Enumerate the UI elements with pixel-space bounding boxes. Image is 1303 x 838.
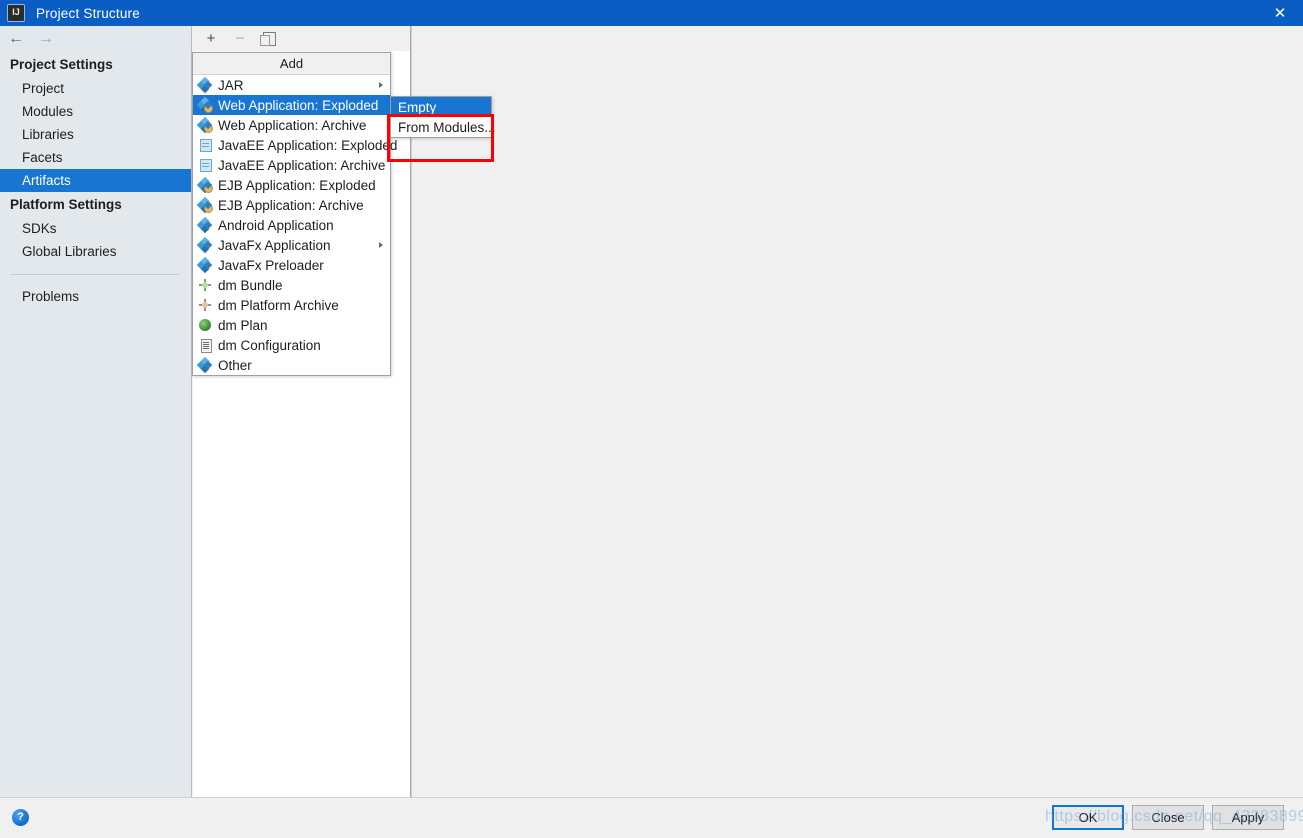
web-exploded-submenu: Empty From Modules... (390, 96, 496, 138)
dm-plan-icon (198, 318, 212, 332)
diamond-icon (198, 76, 212, 94)
javafx-preloader-icon (198, 256, 212, 274)
sidebar-item-global-libraries[interactable]: Global Libraries (0, 240, 191, 263)
menu-item-javaee-application-exploded[interactable]: JavaEE Application: Exploded (193, 135, 397, 155)
menu-item-label: JavaEE Application: Exploded (218, 137, 398, 153)
submenu-item-label: Empty (398, 99, 437, 115)
sidebar-group-project-settings: Project Settings (10, 57, 113, 72)
sidebar: ← → Project Settings Project Modules Lib… (0, 26, 192, 798)
menu-item-android-application[interactable]: Android Application (193, 215, 390, 235)
intellij-idea-icon (7, 4, 25, 22)
dm-platform-archive-icon (198, 298, 212, 312)
close-icon[interactable]: ✕ (1257, 0, 1303, 26)
sidebar-group-platform-settings: Platform Settings (10, 197, 122, 212)
sidebar-item-facets[interactable]: Facets (0, 146, 191, 169)
menu-item-label: JavaEE Application: Archive (218, 157, 386, 173)
javaee-exploded-icon (198, 138, 212, 152)
menu-item-jar[interactable]: JAR (193, 75, 390, 95)
artifact-detail-panel (411, 26, 1303, 798)
menu-item-dm-plan[interactable]: dm Plan (193, 315, 390, 335)
sidebar-item-problems[interactable]: Problems (0, 285, 191, 308)
submenu-item-from-modules[interactable]: From Modules... (391, 117, 496, 137)
menu-item-web-application-exploded[interactable]: Web Application: Exploded (193, 95, 390, 115)
submenu-item-empty[interactable]: Empty (391, 97, 491, 117)
submenu-item-label: From Modules... (398, 119, 496, 135)
menu-item-label: EJB Application: Archive (218, 197, 364, 213)
footer-button-row: OK Close Apply (1052, 805, 1284, 830)
sidebar-nav-bar: ← → (0, 26, 191, 52)
sidebar-item-project[interactable]: Project (0, 77, 191, 100)
menu-item-label: dm Plan (218, 317, 268, 333)
dm-configuration-icon (198, 338, 212, 353)
add-artifact-menu: Add JAR Web Application: Exploded Web Ap… (192, 52, 397, 376)
ejb-exploded-icon (198, 176, 213, 194)
ejb-archive-icon (198, 196, 213, 214)
apply-button[interactable]: Apply (1212, 805, 1284, 830)
add-icon[interactable]: + (203, 31, 219, 47)
menu-item-label: dm Configuration (218, 337, 321, 353)
add-menu-title: Add (193, 53, 390, 75)
sidebar-item-modules[interactable]: Modules (0, 100, 191, 123)
forward-arrow-icon[interactable]: → (38, 31, 54, 47)
menu-item-javafx-preloader[interactable]: JavaFx Preloader (193, 255, 390, 275)
menu-item-label: Web Application: Archive (218, 117, 367, 133)
sidebar-item-libraries[interactable]: Libraries (0, 123, 191, 146)
chevron-right-icon (379, 82, 383, 88)
android-icon (198, 216, 212, 234)
artifacts-toolbar: + − (193, 26, 410, 51)
javafx-icon (198, 236, 212, 254)
title-bar: Project Structure ✕ (0, 0, 1303, 26)
menu-item-dm-configuration[interactable]: dm Configuration (193, 335, 390, 355)
web-archive-icon (198, 116, 213, 134)
menu-item-web-application-archive[interactable]: Web Application: Archive (193, 115, 390, 135)
web-exploded-icon (198, 96, 213, 114)
dialog-footer: ? OK Close Apply (0, 797, 1303, 838)
menu-item-label: JavaFx Preloader (218, 257, 324, 273)
other-icon (198, 356, 212, 374)
close-button[interactable]: Close (1132, 805, 1204, 830)
menu-item-label: Other (218, 357, 252, 373)
menu-item-ejb-application-archive[interactable]: EJB Application: Archive (193, 195, 390, 215)
menu-item-label: dm Bundle (218, 277, 283, 293)
menu-item-ejb-application-exploded[interactable]: EJB Application: Exploded (193, 175, 390, 195)
menu-item-label: JAR (218, 77, 244, 93)
sidebar-item-sdks[interactable]: SDKs (0, 217, 191, 240)
dm-bundle-icon (198, 278, 212, 292)
back-arrow-icon[interactable]: ← (8, 31, 24, 47)
javaee-archive-icon (198, 158, 212, 172)
menu-item-javafx-application[interactable]: JavaFx Application (193, 235, 390, 255)
copy-icon[interactable] (259, 31, 277, 47)
ok-button[interactable]: OK (1052, 805, 1124, 830)
menu-item-label: JavaFx Application (218, 237, 331, 253)
remove-icon[interactable]: − (232, 31, 248, 47)
menu-item-other[interactable]: Other (193, 355, 390, 375)
menu-item-dm-platform-archive[interactable]: dm Platform Archive (193, 295, 390, 315)
menu-item-javaee-application-archive[interactable]: JavaEE Application: Archive (193, 155, 390, 175)
menu-item-label: Android Application (218, 217, 334, 233)
window-title: Project Structure (36, 5, 140, 21)
menu-item-dm-bundle[interactable]: dm Bundle (193, 275, 390, 295)
help-icon[interactable]: ? (12, 809, 29, 826)
menu-item-label: dm Platform Archive (218, 297, 339, 313)
menu-item-label: Web Application: Exploded (218, 97, 379, 113)
chevron-right-icon (379, 242, 383, 248)
sidebar-item-artifacts[interactable]: Artifacts (0, 169, 191, 192)
menu-item-label: EJB Application: Exploded (218, 177, 376, 193)
sidebar-divider (10, 274, 179, 275)
